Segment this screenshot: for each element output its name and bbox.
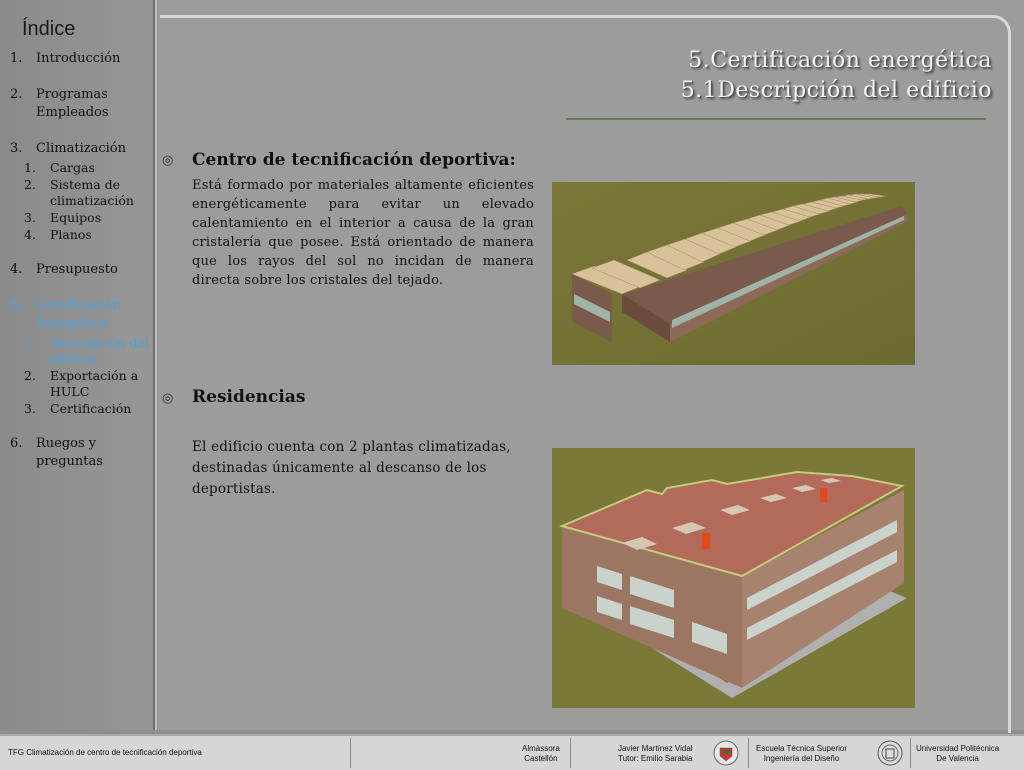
text-line: deportistas. (192, 481, 276, 497)
toc-item-climatizacion[interactable]: 3. Climatización 1. Cargas 2. Sistema de c… (10, 140, 150, 243)
section-title-centro: Centro de tecnificación deportiva: (192, 150, 516, 170)
text-line: El edificio cuenta con 2 plantas climati… (192, 439, 511, 455)
toc-item-introduccion[interactable]: 1. Introducción (10, 50, 150, 68)
toc-number: 2. (24, 368, 36, 383)
toc-label: Certificación Energética (36, 298, 121, 331)
toc-sublist: 1. Descripción del edificio 2. Exportación… (24, 335, 150, 417)
toc-subitem-equipos[interactable]: 3. Equipos (24, 210, 150, 226)
footer-text: Almàssora (522, 744, 560, 753)
section-title-residencias: Residencias (192, 387, 306, 407)
toc-number: 3. (24, 210, 36, 225)
toc-label: Equipos (50, 210, 102, 225)
section-text-residencias: El edificio cuenta con 2 plantas climati… (192, 437, 532, 500)
university-seal-icon (877, 740, 903, 766)
section-text-centro: Está formado por materiales altamente ef… (192, 178, 534, 288)
toc-label: Cargas (50, 160, 95, 175)
chimney (702, 533, 710, 549)
footer-text: Ingeniería del Diseño (763, 754, 840, 763)
slide-footer: TFG Climatización de centro de tecnifica… (0, 734, 1024, 770)
toc-label: Exportación a HULC (50, 368, 139, 399)
toc-number: 5. (10, 298, 23, 313)
residence-model-image (552, 448, 915, 708)
toc-label: Programas Empleados (36, 87, 109, 120)
header-line-1: 5.Certificación energética (688, 48, 992, 73)
toc-subitem-descripcion[interactable]: 1. Descripción del edificio (24, 335, 150, 367)
toc-subitem-planos[interactable]: 4. Planos (24, 227, 150, 243)
footer-school: Escuela Técnica Superior Ingeniería del … (756, 744, 847, 764)
table-of-contents: 1. Introducción 2. Programas Empleados 3… (10, 50, 150, 489)
toc-label: Planos (50, 227, 92, 242)
slide-header: 5.Certificación energética 5.1Descripció… (681, 46, 992, 106)
toc-number: 2. (10, 87, 23, 102)
toc-number: 3. (24, 401, 36, 416)
toc-sublist: 1. Cargas 2. Sistema de climatización 3. Eq… (24, 160, 150, 243)
footer-project: TFG Climatización de centro de tecnifica… (8, 748, 202, 757)
toc-item-certificacion[interactable]: 5. Certificación Energética 1. Descripció… (10, 297, 150, 417)
footer-divider (748, 738, 749, 768)
toc-number: 1. (10, 51, 23, 66)
footer-text: Tutor: Emilio Sarabia (618, 754, 693, 763)
footer-place: Almàssora Castellón (522, 744, 560, 764)
header-divider (566, 118, 986, 120)
toc-subitem-certificacion[interactable]: 3. Certificación (24, 401, 150, 417)
toc-number: 1. (24, 160, 36, 175)
footer-divider (910, 738, 911, 768)
toc-label: Certificación (50, 401, 132, 416)
toc-item-ruegos[interactable]: 6. Ruegos y preguntas (10, 435, 150, 471)
toc-subitem-sistema[interactable]: 2. Sistema de climatización (24, 177, 150, 209)
toc-number: 4. (10, 262, 23, 277)
sports-center-model-image (552, 182, 915, 365)
toc-label: Sistema de climatización (50, 177, 134, 208)
footer-text: Javier Martínez Vidal (618, 744, 693, 753)
toc-number: 3. (10, 141, 23, 156)
toc-number: 1. (24, 335, 36, 350)
toc-label: Presupuesto (36, 262, 118, 277)
toc-label: Descripción del edificio (50, 335, 149, 366)
school-crest-icon (713, 740, 739, 766)
bullet-icon: ◎ (162, 153, 174, 168)
toc-label: Introducción (36, 51, 121, 66)
footer-text: De Valencia (936, 754, 979, 763)
footer-author: Javier Martínez Vidal Tutor: Emilio Sara… (618, 744, 693, 764)
toc-subitem-exportacion[interactable]: 2. Exportación a HULC (24, 368, 150, 400)
sidebar-index: Índice 1. Introducción 2. Programas Empl… (0, 0, 157, 730)
footer-text: Universidad Politécnica (916, 744, 1000, 753)
toc-number: 2. (24, 177, 36, 192)
header-line-2: 5.1Descripción del edificio (680, 78, 992, 103)
footer-text: Castellón (524, 754, 558, 763)
index-title: Índice (22, 18, 76, 40)
toc-label: Ruegos y preguntas (36, 436, 103, 469)
footer-text: Escuela Técnica Superior (756, 744, 848, 753)
toc-number: 4. (24, 227, 36, 242)
toc-subitem-cargas[interactable]: 1. Cargas (24, 160, 150, 176)
toc-item-presupuesto[interactable]: 4. Presupuesto (10, 261, 150, 279)
toc-label: Climatización (36, 141, 126, 156)
bullet-icon: ◎ (162, 391, 174, 406)
toc-item-programas[interactable]: 2. Programas Empleados (10, 86, 150, 122)
toc-number: 6. (10, 436, 23, 451)
footer-university: Universidad Politécnica De Valencia (916, 744, 999, 764)
footer-divider (570, 738, 571, 768)
chimney (820, 488, 827, 502)
footer-divider (350, 738, 351, 768)
text-line: destinadas únicamente al descanso de los (192, 460, 487, 476)
